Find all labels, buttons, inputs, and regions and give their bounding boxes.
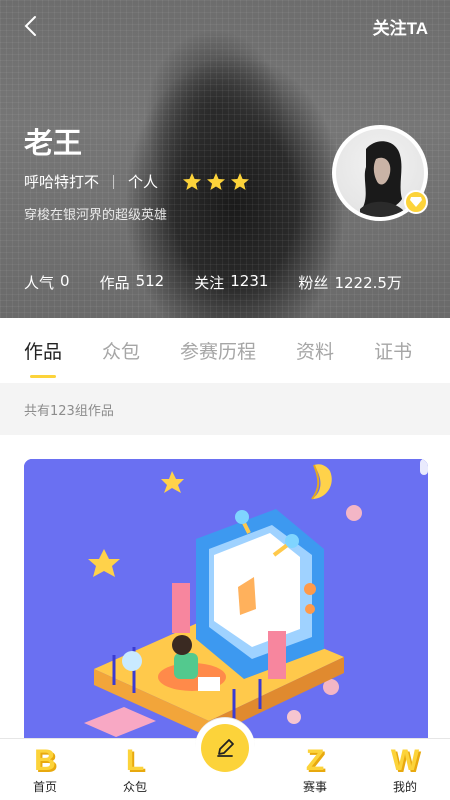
stat-value: 1222.5万 (334, 274, 402, 292)
mine-icon: W (390, 744, 420, 777)
stats-row: 人气 0 作品 512 关注 1231 粉丝 1222.5万 (24, 272, 402, 293)
tab-works[interactable]: 作品 (24, 337, 62, 378)
stat-works[interactable]: 作品 512 (100, 272, 165, 293)
back-button[interactable] (18, 14, 42, 38)
stat-following[interactable]: 关注 1231 (194, 272, 268, 293)
stat-value: 512 (135, 272, 165, 290)
tab-info[interactable]: 资料 (296, 337, 334, 364)
profile-meta: 呼哈特打不 个人 (24, 171, 250, 192)
tab-crowdsourcing[interactable]: 众包 (102, 337, 140, 364)
work-card[interactable] (24, 459, 428, 749)
work-illustration (24, 459, 428, 749)
account-type: 个人 (128, 173, 159, 191)
works-count: 共有123组作品 (0, 383, 450, 435)
tab-certificates[interactable]: 证书 (374, 337, 412, 364)
profile-tabs: 作品 众包 参赛历程 资料 证书 (0, 318, 450, 382)
stat-popularity[interactable]: 人气 0 (24, 272, 70, 293)
divider (113, 174, 115, 189)
nav-create[interactable] (180, 717, 270, 800)
nav-crowdsourcing[interactable]: L 众包 (90, 739, 180, 800)
star-icon (183, 172, 202, 190)
nickname: 呼哈特打不 (24, 173, 100, 191)
nav-label: 赛事 (302, 780, 327, 794)
nav-label: 众包 (122, 780, 147, 794)
vip-badge-icon (404, 190, 428, 214)
pencil-icon (217, 738, 234, 757)
stat-value: 0 (60, 272, 70, 290)
follow-button[interactable]: 关注TA (373, 14, 428, 39)
nav-contests[interactable]: Z 赛事 (270, 739, 360, 800)
crowdsourcing-icon: L (125, 744, 145, 777)
stat-value: 1231 (230, 272, 269, 290)
nav-label: 我的 (392, 780, 417, 794)
create-button[interactable] (195, 717, 255, 777)
stat-label: 粉丝 (298, 274, 329, 292)
star-icon (207, 172, 226, 190)
rating-stars (182, 172, 250, 192)
profile-name: 老王 (24, 126, 83, 160)
nav-label: 首页 (32, 780, 57, 794)
tab-contest-history[interactable]: 参赛历程 (180, 337, 256, 364)
stat-label: 人气 (24, 274, 55, 292)
home-icon: B (34, 744, 56, 777)
stat-fans[interactable]: 粉丝 1222.5万 (298, 272, 402, 293)
chevron-left-icon (24, 16, 36, 36)
bottom-nav: B 首页 L 众包 Z 赛事 W 我的 (0, 717, 450, 800)
profile-bio: 穿梭在银河界的超级英雄 (24, 208, 168, 223)
nav-mine[interactable]: W 我的 (360, 739, 450, 800)
stat-label: 关注 (194, 274, 225, 292)
star-icon (231, 172, 250, 190)
contests-icon: Z (305, 744, 325, 777)
stat-label: 作品 (99, 274, 130, 292)
nav-home[interactable]: B 首页 (0, 739, 90, 800)
